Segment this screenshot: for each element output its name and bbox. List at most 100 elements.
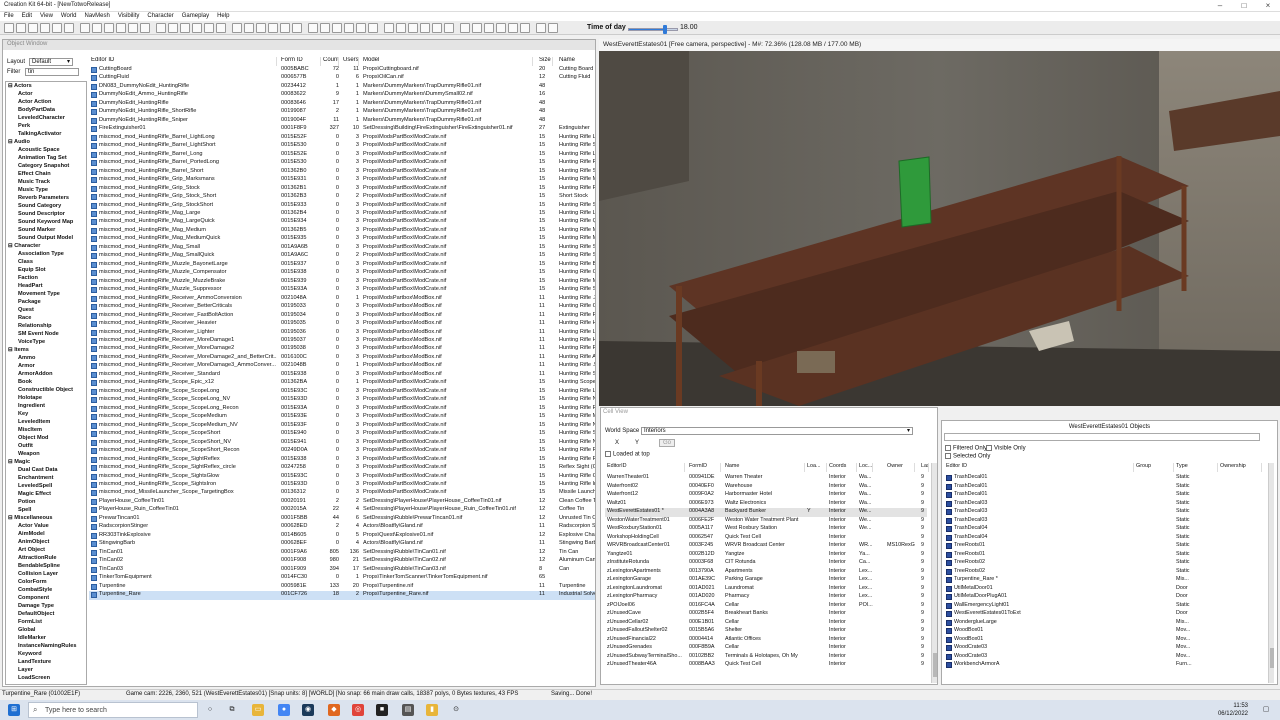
tree-item[interactable]: Key xyxy=(6,410,86,418)
table-row[interactable]: miscmod_mod_HuntingRifle_Scope_SightsGlo… xyxy=(89,473,595,481)
column-header[interactable]: Size xyxy=(537,57,553,66)
steam-icon[interactable]: ◉ xyxy=(302,704,314,716)
menu-world[interactable]: World xyxy=(57,12,81,19)
maximize-icon[interactable]: □ xyxy=(1236,1,1252,10)
table-row[interactable]: miscmod_mod_HuntingRifle_Barrel_PortedLo… xyxy=(89,159,595,167)
occlusion-icon[interactable] xyxy=(268,23,278,33)
tree-item[interactable]: BodyPartData xyxy=(6,106,86,114)
redo-icon[interactable] xyxy=(40,23,50,33)
open-icon[interactable] xyxy=(308,23,318,33)
menu-gameplay[interactable]: Gameplay xyxy=(178,12,213,19)
cell-row[interactable]: WestEverettEstates01 * 0004A3A8 Backyard B… xyxy=(605,508,927,517)
tree-item[interactable]: Sound Keyword Map xyxy=(6,218,86,226)
object-row[interactable]: WallEmergencyLight01 Static xyxy=(944,602,1262,611)
table-row[interactable]: miscmod_mod_HuntingRifle_Receiver_Lighte… xyxy=(89,329,595,337)
table-row[interactable]: PlayerHouse_CoffeeTin01 00020191 2 2 SetDres… xyxy=(89,498,595,506)
grid-icon[interactable] xyxy=(140,23,150,33)
visible-only-checkbox[interactable] xyxy=(986,445,992,451)
collision-icon[interactable] xyxy=(232,23,242,33)
tree-item[interactable]: Holotape xyxy=(6,394,86,402)
table-row[interactable]: miscmod_mod_HuntingRifle_Barrel_LightLon… xyxy=(89,134,595,142)
tree-item[interactable]: LandTexture xyxy=(6,658,86,666)
tree-item[interactable]: Quest xyxy=(6,306,86,314)
tree-item[interactable]: LeveledSpell xyxy=(6,482,86,490)
marker-icon[interactable] xyxy=(508,23,518,33)
column-header[interactable]: Ownership xyxy=(1218,463,1262,472)
table-row[interactable]: DummyNoEdit_Ammo_HuntingRifle 00083622 9 1 M… xyxy=(89,91,595,99)
table-row[interactable]: miscmod_mod_HuntingRifle_Mag_Large 001362… xyxy=(89,210,595,218)
menu-help[interactable]: Help xyxy=(213,12,233,19)
copy-icon[interactable] xyxy=(64,23,74,33)
app-icon[interactable]: ■ xyxy=(376,704,388,716)
chrome-icon[interactable]: ● xyxy=(278,704,290,716)
table-row[interactable]: miscmod_mod_HuntingRifle_Scope_ScopeShor… xyxy=(89,430,595,438)
tree-item[interactable]: Component xyxy=(6,594,86,602)
tree-item[interactable]: Spell xyxy=(6,506,86,514)
windows-start-icon[interactable]: ⊞ xyxy=(8,704,20,716)
tree-item[interactable]: InstanceNamingRules xyxy=(6,642,86,650)
fog-icon[interactable] xyxy=(292,23,302,33)
table-row[interactable]: miscmod_mod_HuntingRifle_Receiver_Heavie… xyxy=(89,320,595,328)
tree-item[interactable]: Association Type xyxy=(6,250,86,258)
save-icon[interactable] xyxy=(320,23,330,33)
object-row[interactable]: TreeRoots01 Static xyxy=(944,551,1262,560)
tree-item[interactable]: Actor Action xyxy=(6,98,86,106)
navmesh-icon[interactable] xyxy=(496,23,506,33)
object-row[interactable]: WoodCrate03 Mov... xyxy=(944,644,1262,653)
menu-navmesh[interactable]: NavMesh xyxy=(80,12,113,19)
tree-item[interactable]: Effect Chain xyxy=(6,170,86,178)
tree-item[interactable]: Ingredient xyxy=(6,402,86,410)
column-header[interactable]: Model xyxy=(361,57,533,66)
tree-item[interactable]: Art Object xyxy=(6,546,86,554)
tree-item[interactable]: Reverb Parameters xyxy=(6,194,86,202)
column-header[interactable]: Users xyxy=(341,57,359,66)
tree-category[interactable]: ⊟ Items xyxy=(6,346,86,354)
time-of-day-slider[interactable] xyxy=(628,25,678,34)
rotate-icon[interactable] xyxy=(168,23,178,33)
cell-row[interactable]: Yangtze01 0002B12D Yangtze Interior Ya... 9 xyxy=(605,551,927,560)
tree-item[interactable]: Book xyxy=(6,378,86,386)
filtered-only-checkbox[interactable] xyxy=(945,445,951,451)
cell-row[interactable]: WarrenTheater01 000941DE Warren Theater Int… xyxy=(605,474,927,483)
selected-only[interactable]: Selected Only xyxy=(945,453,990,460)
tree-category[interactable]: ⊟ Magic xyxy=(6,458,86,466)
object-row[interactable]: WoodCrate03 Mov... xyxy=(944,653,1262,662)
undo-icon[interactable] xyxy=(332,23,342,33)
object-row[interactable]: TreeRoots02 Static xyxy=(944,559,1262,568)
table-row[interactable]: miscmod_mod_HuntingRifle_Receiver_MoreDa… xyxy=(89,345,595,353)
tree-item[interactable]: Acoustic Space xyxy=(6,146,86,154)
object-row[interactable]: WoodBox01 Mov... xyxy=(944,636,1262,645)
table-row[interactable]: miscmod_mod_HuntingRifle_Scope_ScopeLong… xyxy=(89,396,595,404)
navmesh-icon[interactable] xyxy=(192,23,202,33)
tree-item[interactable]: BendableSpline xyxy=(6,562,86,570)
tree-item[interactable]: FormList xyxy=(6,618,86,626)
snap-icon[interactable] xyxy=(460,23,470,33)
task-view-icon[interactable]: ⧉ xyxy=(226,704,238,716)
table-row[interactable]: FireExtinguisher01 0001F8F9 327 10 SetDressi… xyxy=(89,125,595,133)
marker-icon[interactable] xyxy=(204,23,214,33)
cell-row[interactable]: zUnusedFinancial22 00004414 Atlantic Offic… xyxy=(605,636,927,645)
table-row[interactable]: miscmod_mod_MissileLauncher_Scope_Target… xyxy=(89,489,595,497)
scrollbar-thumb[interactable] xyxy=(1270,648,1274,668)
table-row[interactable]: CuttingBoard 0005BABC 72 11 Props\Cuttingboa… xyxy=(89,66,595,74)
app-icon[interactable]: ⊙ xyxy=(450,704,462,716)
tree-item[interactable]: Damage Type xyxy=(6,602,86,610)
table-row[interactable]: Turpentine_Rare 001CF726 18 2 Props\Turpenti… xyxy=(89,591,595,600)
tree-item[interactable]: Faction xyxy=(6,274,86,282)
scrollbar-thumb[interactable] xyxy=(933,653,937,677)
table-row[interactable]: miscmod_mod_HuntingRifle_Receiver_MoreDa… xyxy=(89,362,595,370)
tree-item[interactable]: ArmorAddon xyxy=(6,370,86,378)
table-row[interactable]: RadscorpionStinger 000628ED 2 4 Actors\Bloat… xyxy=(89,523,595,531)
object-row[interactable]: TrashDecal01 Static xyxy=(944,483,1262,492)
table-row[interactable]: miscmod_mod_HuntingRifle_Grip_StockShort… xyxy=(89,202,595,210)
menu-file[interactable]: File xyxy=(0,12,18,19)
tree-item[interactable]: Weapon xyxy=(6,450,86,458)
table-row[interactable]: DummyNoEdit_HuntingRifle_ShortRifle 00199… xyxy=(89,108,595,116)
cell-row[interactable]: Waltz01 0006E973 Waltz Electronics Interior… xyxy=(605,500,927,509)
tree-item[interactable]: Outfit xyxy=(6,442,86,450)
object-row[interactable]: Turpentine_Rare * Mis... xyxy=(944,576,1262,585)
tree-item[interactable]: IdleMarker xyxy=(6,634,86,642)
portal-icon[interactable] xyxy=(244,23,254,33)
table-row[interactable]: miscmod_mod_HuntingRifle_Receiver_Standa… xyxy=(89,371,595,379)
render-icon[interactable] xyxy=(396,23,406,33)
